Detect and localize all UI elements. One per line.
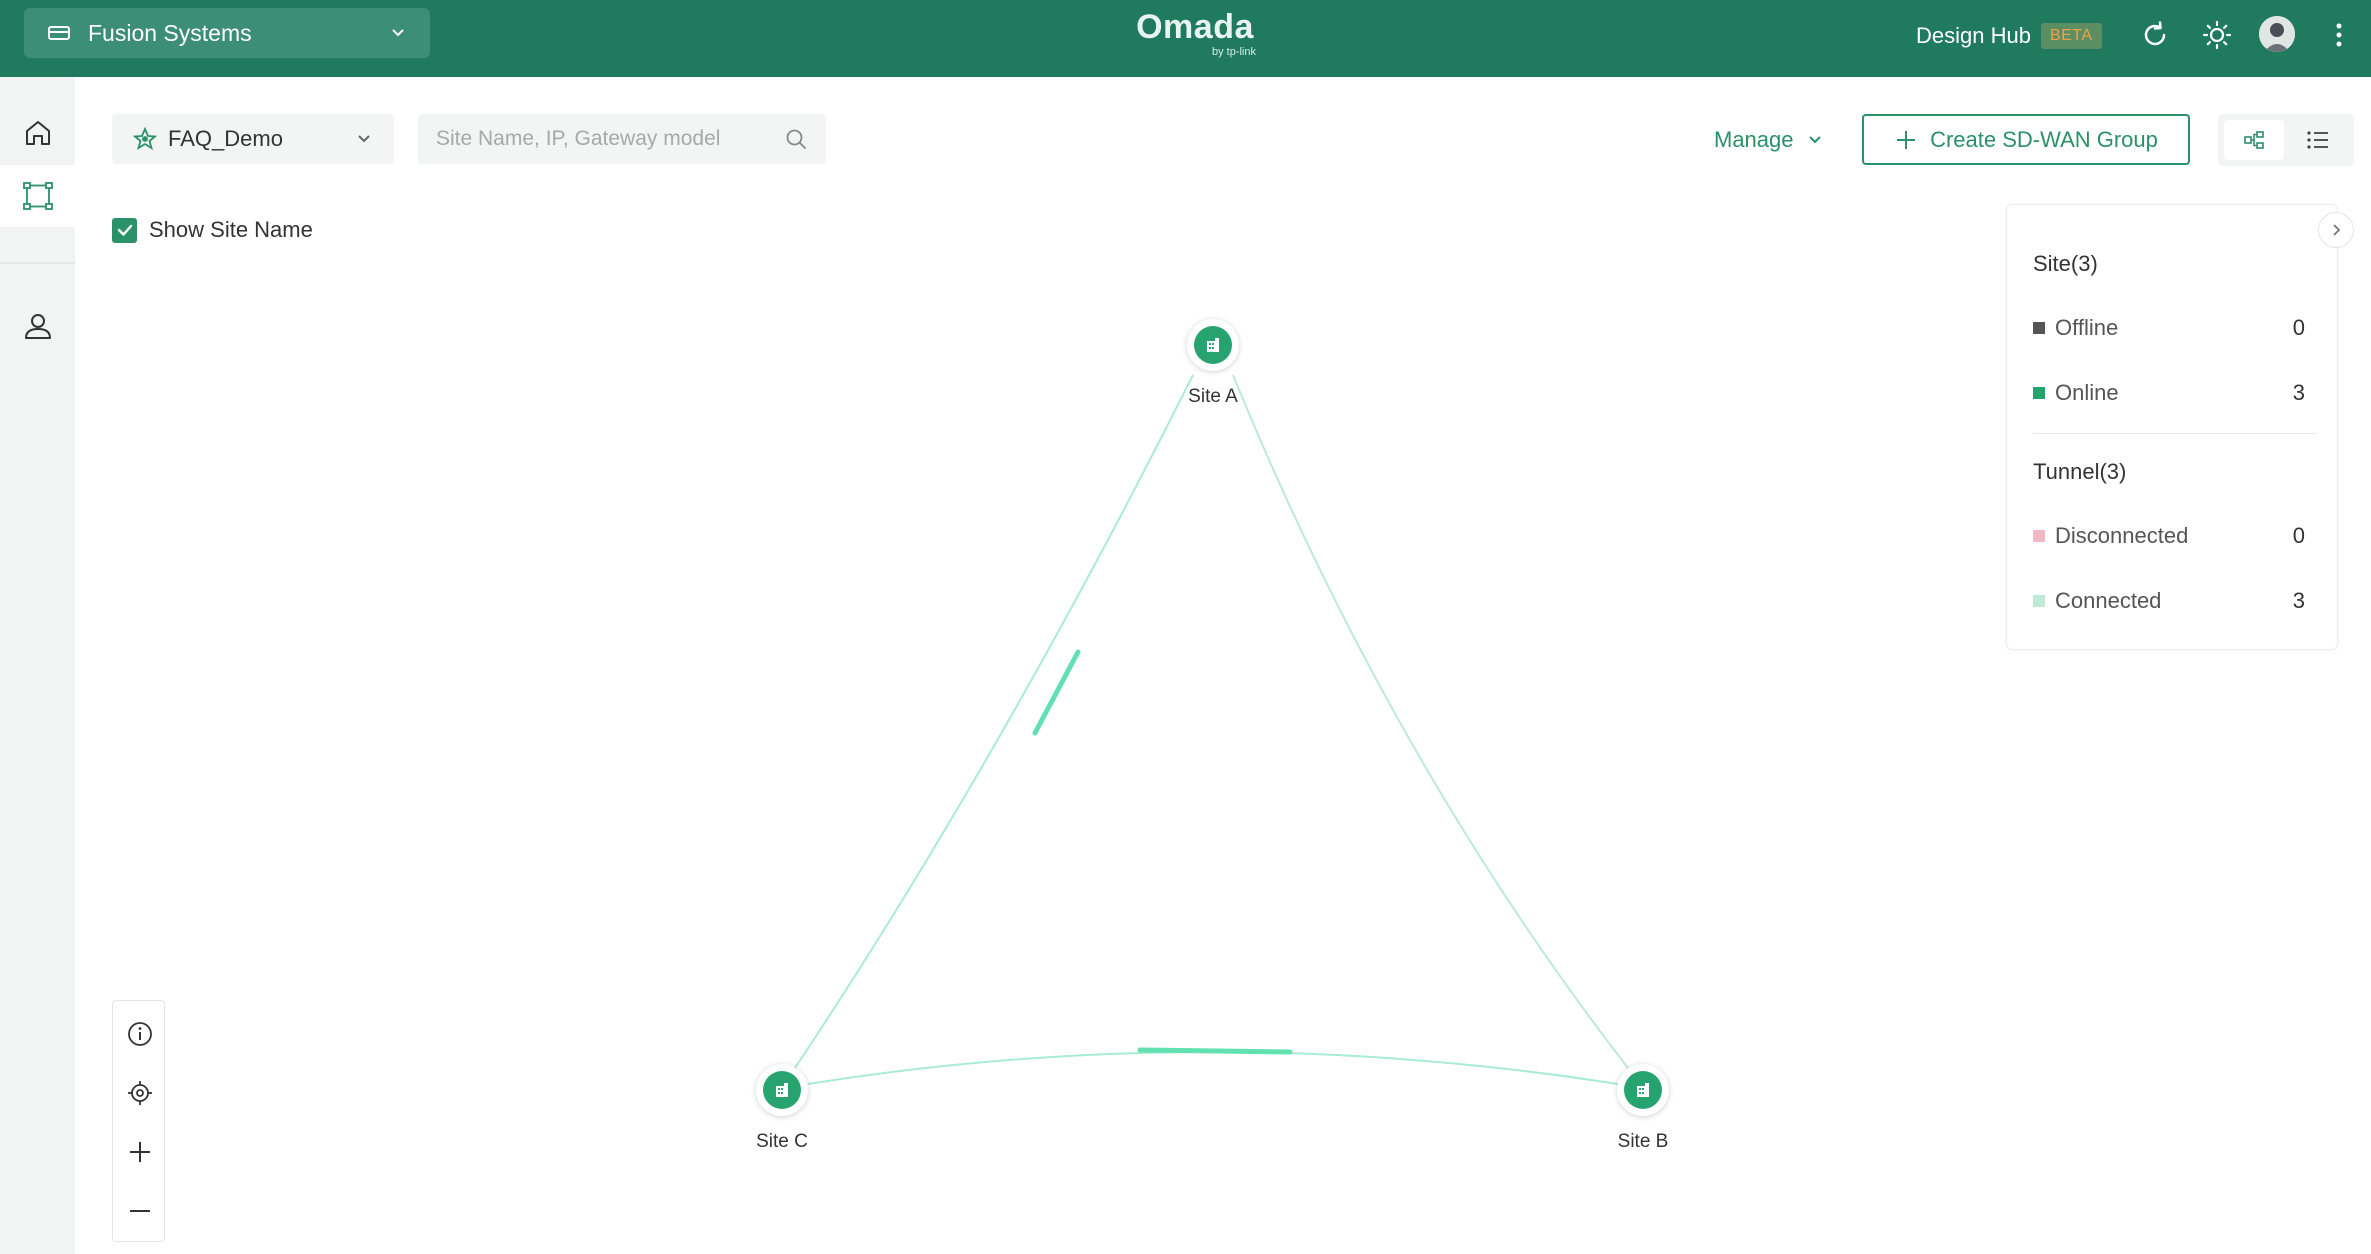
locate-button[interactable] (113, 1064, 166, 1122)
locate-icon (127, 1081, 152, 1105)
online-swatch (2033, 387, 2045, 399)
create-sdwan-group-label: Create SD-WAN Group (1930, 126, 2158, 152)
legend-online-row: Online 3 (2033, 378, 2305, 408)
topology-icon (22, 182, 53, 210)
create-sdwan-group-button[interactable]: Create SD-WAN Group (1862, 114, 2190, 165)
logo-sub-text: by tp-link (1211, 46, 1256, 58)
chevron-down-icon (1808, 136, 1821, 144)
refresh-icon (2144, 21, 2166, 46)
user-icon (24, 314, 51, 339)
star-network-icon (132, 126, 158, 150)
site-node-b-badge (1624, 1071, 1662, 1109)
minus-icon (129, 1210, 150, 1212)
topology-view-button[interactable] (2224, 120, 2284, 160)
tunnel-a-c-pulse (1032, 649, 1081, 736)
building-icon (1637, 1083, 1649, 1097)
tunnel-c-b-pulse (1137, 1047, 1293, 1055)
design-hub-link[interactable]: Design Hub BETA (1916, 18, 2102, 54)
site-node-b[interactable] (1617, 1064, 1669, 1116)
legend-connected-label: Connected (2055, 588, 2162, 613)
chevron-right-icon (2333, 224, 2341, 236)
info-icon (127, 1022, 152, 1046)
legend-online-count: 3 (2292, 380, 2305, 405)
topology-legend-panel: Site(3) Offline 0 Online 3 Tunnel(3) Dis… (2006, 204, 2354, 650)
left-nav-rail (0, 77, 75, 1254)
more-vertical-icon (2336, 23, 2342, 47)
building-icon (776, 1083, 788, 1097)
zoom-out-button[interactable] (113, 1182, 166, 1240)
legend-disconnected-label: Disconnected (2055, 523, 2189, 548)
offline-swatch (2033, 322, 2045, 334)
legend-offline-count: 0 (2292, 315, 2305, 340)
site-node-c[interactable] (756, 1064, 808, 1116)
legend-offline-row: Offline 0 (2033, 313, 2305, 343)
router-icon (48, 26, 70, 40)
avatar-image (2259, 16, 2295, 52)
plus-icon (129, 1142, 150, 1162)
sun-icon (2202, 20, 2232, 50)
app-root: Fusion Systems Omada by tp-link Design H… (0, 0, 2371, 1254)
show-site-name-label: Show Site Name (149, 217, 313, 242)
info-button[interactable] (113, 1005, 166, 1063)
site-node-c-badge (763, 1071, 801, 1109)
site-label-b: Site B (1617, 1131, 1669, 1152)
chevron-down-icon (358, 135, 370, 143)
beta-badge: BETA (2040, 23, 2102, 49)
organization-name: Fusion Systems (88, 19, 252, 46)
disconnected-swatch (2033, 530, 2045, 542)
site-label-c: Site C (756, 1131, 808, 1152)
list-icon (2307, 131, 2328, 149)
building-icon (1207, 338, 1219, 352)
connected-swatch (2033, 595, 2045, 607)
legend-offline-label: Offline (2055, 315, 2119, 340)
site-label-a: Site A (1188, 386, 1238, 407)
nav-topology[interactable] (0, 165, 75, 227)
legend-disconnected-count: 0 (2292, 523, 2305, 548)
show-site-name-toggle[interactable]: Show Site Name (112, 215, 313, 245)
theme-toggle-button[interactable] (2200, 18, 2234, 52)
site-node-a-badge (1194, 326, 1232, 364)
legend-disconnected-row: Disconnected 0 (2033, 521, 2305, 551)
show-site-name-checkbox[interactable] (112, 217, 137, 243)
legend-connected-row: Connected 3 (2033, 586, 2305, 616)
tunnel-a-c[interactable] (794, 374, 1194, 1069)
more-menu-button[interactable] (2322, 18, 2356, 52)
user-avatar[interactable] (2259, 16, 2295, 52)
design-hub-label: Design Hub (1916, 23, 2031, 48)
tunnel-a-b[interactable] (1232, 374, 1629, 1069)
site-node-a[interactable] (1187, 319, 1239, 371)
home-icon (25, 121, 50, 145)
legend-collapse-button[interactable] (2318, 212, 2354, 248)
view-mode-toggle (2218, 114, 2354, 166)
refresh-button[interactable] (2138, 18, 2172, 52)
list-view-button[interactable] (2288, 120, 2348, 160)
omada-logo: Omada by tp-link (1130, 8, 1260, 62)
legend-divider (2033, 433, 2317, 434)
plus-icon (1897, 130, 1916, 149)
topology-view-icon (2244, 131, 2264, 149)
zoom-in-button[interactable] (113, 1123, 166, 1181)
nav-divider (0, 262, 75, 264)
logo-main-text: Omada (1136, 8, 1254, 46)
tunnel-c-b[interactable] (807, 1051, 1619, 1085)
legend-tunnel-title: Tunnel(3) (2033, 459, 2127, 484)
sdwan-group-name: FAQ_Demo (168, 126, 283, 151)
organization-selector[interactable]: Fusion Systems (24, 8, 430, 58)
chevron-down-icon (392, 29, 404, 37)
nav-account[interactable] (0, 295, 75, 357)
manage-label: Manage (1714, 127, 1794, 152)
top-header: Fusion Systems Omada by tp-link Design H… (0, 0, 2371, 77)
legend-site-title: Site(3) (2033, 251, 2098, 276)
search-icon[interactable] (784, 127, 808, 151)
sdwan-group-selector[interactable]: FAQ_Demo (112, 114, 394, 164)
site-search-input[interactable] (436, 127, 784, 151)
manage-dropdown[interactable]: Manage (1714, 120, 1824, 160)
check-icon (117, 224, 132, 236)
map-controls (112, 1000, 165, 1242)
legend-connected-count: 3 (2292, 588, 2305, 613)
nav-home[interactable] (0, 102, 75, 164)
site-search-box[interactable] (418, 114, 826, 164)
legend-online-label: Online (2055, 380, 2119, 405)
